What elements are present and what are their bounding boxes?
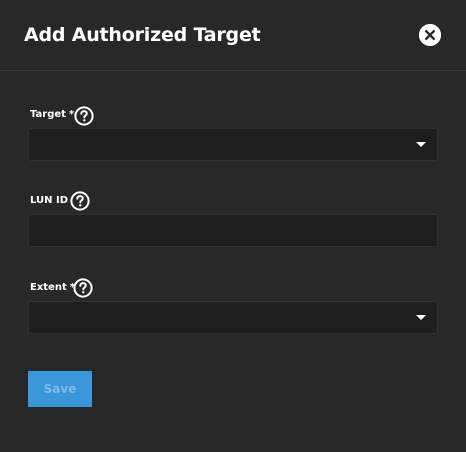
help-icon[interactable] (74, 106, 94, 126)
extent-select[interactable] (28, 301, 438, 334)
add-authorized-target-dialog: Add Authorized Target Target * LUN ID Ex… (0, 0, 466, 452)
target-select[interactable] (28, 128, 438, 161)
lun-id-input[interactable] (29, 215, 437, 246)
save-button[interactable]: Save (28, 371, 92, 407)
target-label-text: Target (30, 109, 66, 120)
chevron-down-icon (416, 315, 426, 320)
close-button[interactable] (419, 24, 441, 46)
target-label: Target * (30, 108, 74, 122)
extent-label-text: Extent (30, 282, 67, 293)
lun-id-label: LUN ID (30, 194, 68, 208)
lun-id-label-text: LUN ID (30, 195, 69, 206)
chevron-down-icon (416, 142, 426, 147)
dialog-title: Add Authorized Target (24, 24, 261, 46)
lun-id-field[interactable] (28, 214, 438, 247)
close-icon (419, 24, 441, 46)
extent-label: Extent * (30, 281, 75, 295)
help-icon[interactable] (73, 278, 93, 298)
help-icon[interactable] (70, 191, 90, 211)
dialog-header: Add Authorized Target (0, 0, 466, 71)
